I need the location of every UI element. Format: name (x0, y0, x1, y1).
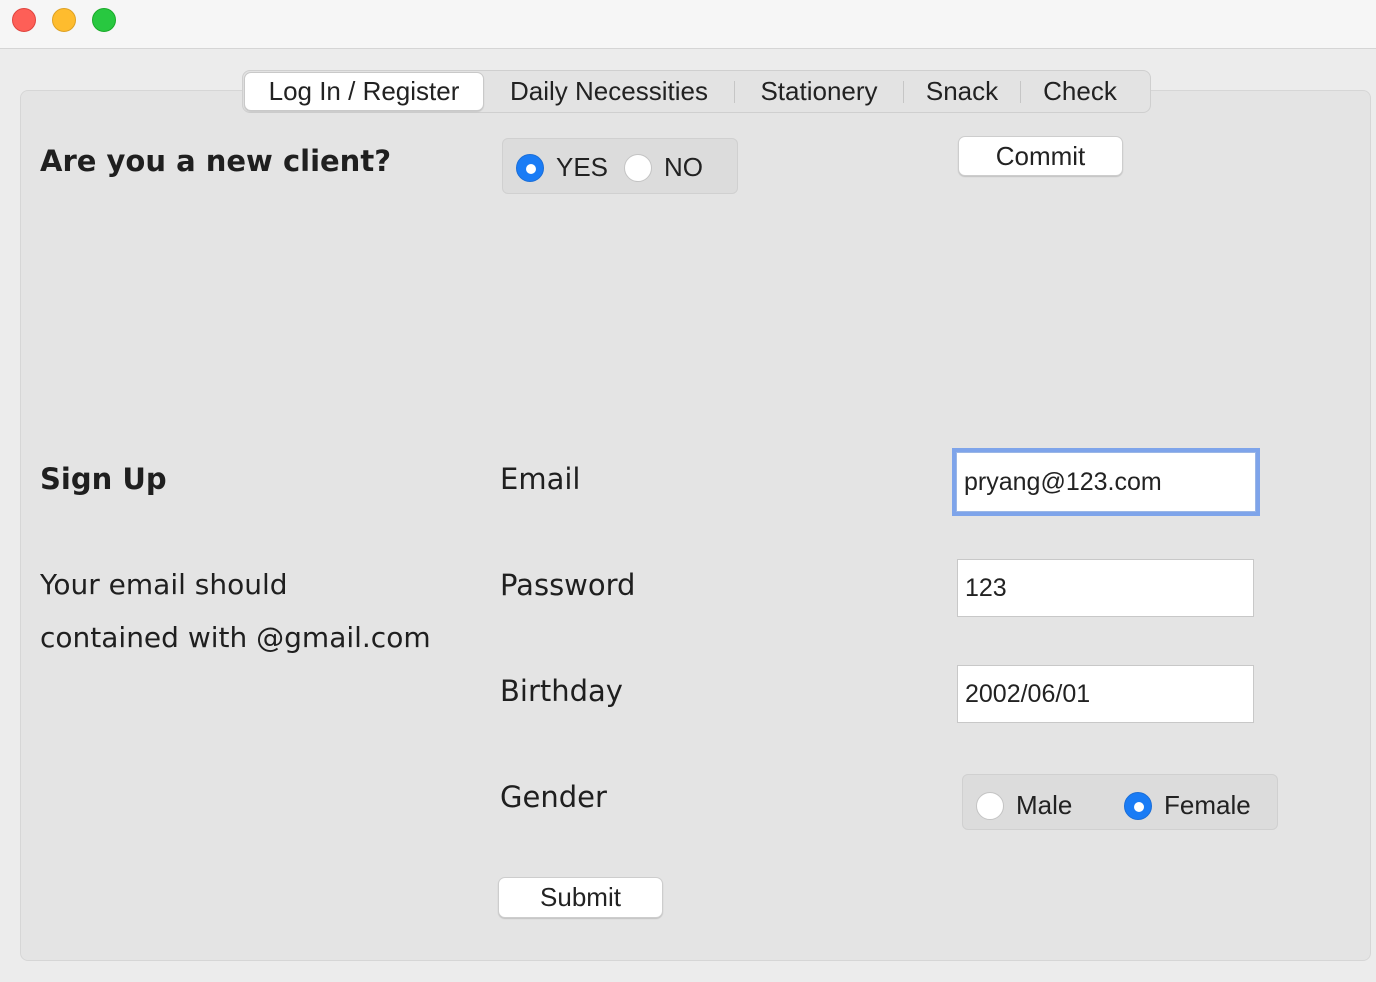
birthday-input[interactable] (957, 665, 1254, 723)
new-client-radio-group: YES NO (502, 138, 738, 194)
new-client-question: Are you a new client? (40, 144, 392, 178)
radio-yes-indicator (516, 153, 544, 182)
password-label: Password (500, 568, 636, 602)
tab-daily-necessities[interactable]: Daily Necessities (484, 72, 734, 111)
radio-no[interactable]: NO (624, 152, 703, 183)
tab-stationery[interactable]: Stationery (735, 72, 903, 111)
radio-male-label: Male (1016, 790, 1073, 820)
submit-button[interactable]: Submit (498, 877, 663, 918)
tab-login-register[interactable]: Log In / Register (244, 72, 484, 111)
gender-label: Gender (500, 780, 607, 814)
email-hint-line-1: Your email should (40, 568, 288, 601)
minimize-window-button[interactable] (52, 8, 76, 32)
close-window-button[interactable] (12, 8, 36, 32)
radio-no-indicator (624, 153, 652, 182)
title-bar (0, 0, 1376, 49)
tab-bar: Log In / Register Daily Necessities Stat… (242, 70, 1151, 113)
radio-female[interactable]: Female (1124, 790, 1251, 821)
tab-check[interactable]: Check (1021, 72, 1139, 111)
birthday-label: Birthday (500, 674, 623, 708)
email-label: Email (500, 462, 581, 496)
password-input[interactable] (957, 559, 1254, 617)
app-window: Log In / Register Daily Necessities Stat… (0, 0, 1376, 982)
radio-male[interactable]: Male (976, 790, 1072, 821)
radio-yes-label: YES (556, 152, 609, 182)
tab-content-panel (20, 90, 1371, 961)
radio-male-indicator (976, 791, 1004, 820)
radio-yes[interactable]: YES (516, 152, 608, 183)
radio-no-label: NO (664, 152, 703, 182)
sign-up-heading: Sign Up (40, 462, 167, 496)
gender-radio-group: Male Female (962, 774, 1278, 830)
tab-snack[interactable]: Snack (904, 72, 1020, 111)
zoom-window-button[interactable] (92, 8, 116, 32)
email-input[interactable] (956, 452, 1256, 512)
radio-female-label: Female (1164, 790, 1251, 820)
radio-female-indicator (1124, 791, 1152, 820)
commit-button[interactable]: Commit (958, 136, 1123, 176)
email-hint-line-2: contained with @gmail.com (40, 621, 431, 654)
